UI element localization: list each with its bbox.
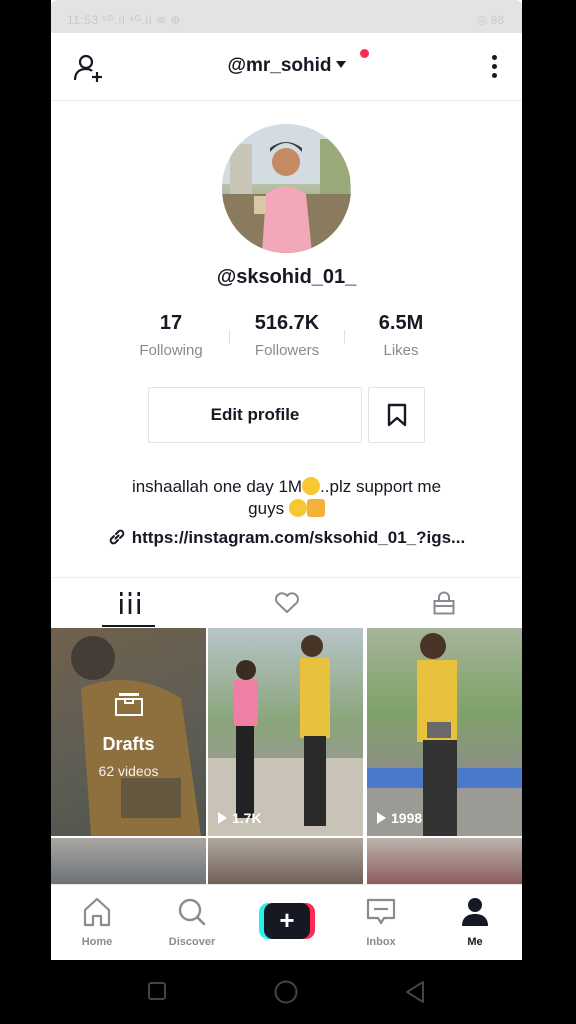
avatar[interactable] bbox=[222, 124, 351, 253]
recent-apps-button[interactable] bbox=[147, 980, 167, 1007]
likes-count: 6.5M bbox=[378, 312, 424, 334]
account-switcher[interactable]: @mr_sohid bbox=[51, 55, 522, 77]
likes-stat[interactable]: 6.5M Likes bbox=[351, 312, 451, 359]
tab-videos[interactable] bbox=[51, 578, 208, 628]
tab-liked[interactable] bbox=[208, 578, 365, 628]
search-icon bbox=[178, 898, 206, 926]
followers-stat[interactable]: 516.7K Followers bbox=[237, 312, 337, 359]
drafts-count: 62 videos bbox=[98, 763, 159, 779]
video-tile[interactable] bbox=[51, 838, 206, 884]
likes-label: Likes bbox=[383, 342, 419, 359]
dot bbox=[491, 55, 497, 60]
create-video-button[interactable]: + bbox=[259, 903, 315, 939]
nav-discover-label: Discover bbox=[168, 936, 216, 948]
video-tile[interactable] bbox=[367, 838, 522, 884]
plus-icon: + bbox=[264, 903, 310, 939]
edit-profile-button[interactable]: Edit profile bbox=[148, 387, 362, 443]
nav-inbox[interactable]: Inbox bbox=[341, 897, 421, 948]
favorites-button[interactable] bbox=[368, 387, 425, 443]
back-button[interactable] bbox=[403, 980, 427, 1009]
notification-dot bbox=[360, 49, 369, 58]
home-system-button[interactable] bbox=[273, 980, 299, 1009]
nav-inbox-label: Inbox bbox=[366, 936, 396, 948]
home-icon bbox=[83, 897, 111, 927]
inbox-icon bbox=[366, 898, 396, 925]
status-right: ◎ 98 bbox=[476, 13, 504, 27]
more-options-button[interactable] bbox=[490, 55, 498, 81]
heart-icon bbox=[274, 592, 299, 613]
status-bar: 11:53 ⁵ᴳ.ıl ⁴ᴳ.ıl ≋ ⊕ ◎ 98 bbox=[51, 0, 522, 33]
following-label: Following bbox=[139, 342, 203, 359]
view-count: 1.7K bbox=[218, 810, 262, 826]
halo-emoji-icon bbox=[302, 477, 321, 495]
grid-icon bbox=[119, 592, 140, 614]
person-icon bbox=[462, 898, 488, 926]
bottom-navigation: Home Discover + Inbox Me bbox=[51, 884, 522, 960]
profile-bio: inshaallah one day 1M ..plz support me gu… bbox=[91, 476, 482, 520]
nav-me-label: Me bbox=[467, 936, 483, 948]
video-tile[interactable] bbox=[208, 838, 363, 884]
system-navigation-bar bbox=[0, 960, 576, 1024]
tab-private[interactable] bbox=[365, 578, 522, 628]
caret-down-icon bbox=[335, 61, 346, 68]
video-tile[interactable]: 1998 bbox=[367, 628, 522, 836]
bio-text: inshaallah one day 1M bbox=[131, 477, 303, 496]
folded-hands-emoji-icon bbox=[306, 499, 325, 517]
view-count: 1998 bbox=[377, 810, 422, 826]
following-count: 17 bbox=[159, 312, 183, 334]
video-tile[interactable]: 1.7K bbox=[208, 628, 363, 836]
video-thumbnail bbox=[208, 635, 363, 836]
avatar-photo bbox=[222, 124, 351, 253]
nav-me[interactable]: Me bbox=[435, 897, 515, 948]
divider bbox=[344, 330, 345, 344]
active-tab-indicator bbox=[102, 625, 155, 627]
nav-home-label: Home bbox=[81, 936, 113, 948]
app-screen: 11:53 ⁵ᴳ.ıl ⁴ᴳ.ıl ≋ ⊕ ◎ 98 @mr_sohid @sk… bbox=[51, 0, 522, 960]
followers-label: Followers bbox=[254, 342, 320, 359]
circle-icon bbox=[274, 980, 298, 1004]
profile-header: @mr_sohid bbox=[51, 33, 522, 101]
drafts-overlay bbox=[51, 628, 206, 836]
video-thumbnail bbox=[367, 633, 522, 836]
link-text: https://instagram.com/sksohid_01_?igs... bbox=[131, 528, 466, 547]
status-left: 11:53 ⁵ᴳ.ıl ⁴ᴳ.ıl ≋ ⊕ bbox=[67, 13, 181, 27]
link-icon bbox=[109, 529, 125, 545]
drafts-box-icon bbox=[115, 693, 143, 716]
profile-tabs bbox=[51, 577, 522, 627]
bio-text: ..plz support me bbox=[320, 477, 442, 496]
drafts-tile[interactable]: Drafts 62 videos bbox=[51, 628, 206, 836]
account-username: @mr_sohid bbox=[227, 55, 332, 76]
following-stat[interactable]: 17 Following bbox=[121, 312, 221, 359]
nav-discover[interactable]: Discover bbox=[152, 897, 232, 948]
lock-icon bbox=[433, 591, 454, 615]
nav-home[interactable]: Home bbox=[57, 897, 137, 948]
profile-handle: @sksohid_01_ bbox=[216, 266, 357, 288]
hugging-emoji-icon bbox=[288, 499, 307, 517]
drafts-label: Drafts bbox=[102, 734, 155, 754]
followers-count: 516.7K bbox=[254, 312, 320, 334]
dot bbox=[491, 73, 497, 78]
back-triangle-icon bbox=[406, 981, 424, 1003]
profile-link[interactable]: https://instagram.com/sksohid_01_?igs... bbox=[51, 528, 522, 548]
bio-text: guys bbox=[248, 499, 285, 518]
dot bbox=[491, 64, 497, 69]
video-grid: Drafts 62 videos 1.7K 1998 bbox=[51, 628, 522, 884]
square-icon bbox=[148, 982, 166, 1000]
divider bbox=[229, 330, 230, 344]
bookmark-icon bbox=[387, 403, 406, 427]
